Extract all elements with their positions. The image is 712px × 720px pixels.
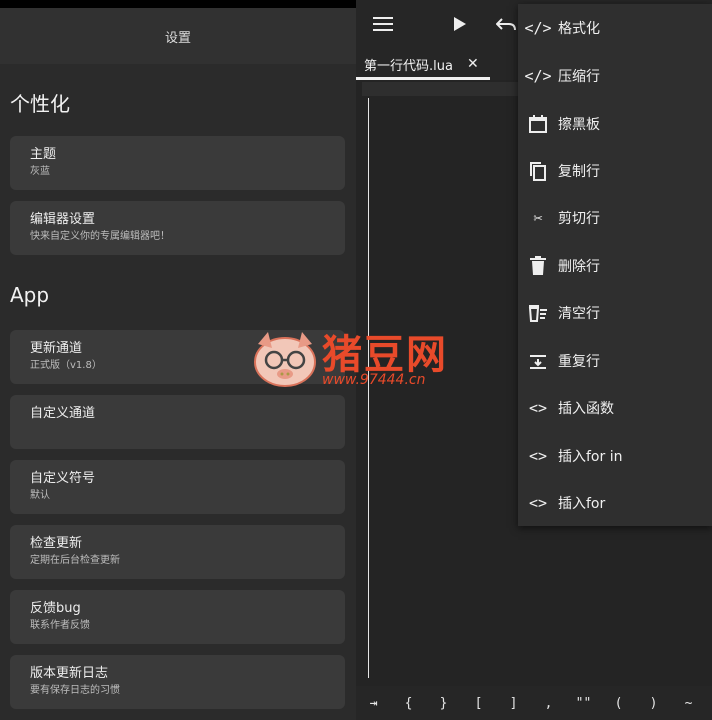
pig-logo-icon (254, 332, 316, 387)
menu-item-delete-line[interactable]: 删除行 (518, 242, 712, 289)
menu-item-duplicate-line[interactable]: 重复行 (518, 337, 712, 384)
symbol-key[interactable]: "" (566, 696, 601, 711)
menu-item-format[interactable]: </> 格式化 (518, 4, 712, 51)
menu-item-label: 剪切行 (558, 210, 600, 227)
menu-item-label: 清空行 (558, 305, 600, 322)
settings-item-subtitle: 联系作者反馈 (30, 620, 90, 631)
tab-key-icon[interactable]: ⇥ (356, 696, 391, 711)
undo-icon[interactable] (494, 12, 518, 36)
section-title-personal: 个性化 (10, 92, 70, 116)
menu-item-label: 压缩行 (558, 68, 600, 85)
scissors-icon: ✂ (533, 208, 543, 227)
settings-item-theme[interactable]: 主题 灰蓝 (10, 136, 345, 190)
menu-item-insert-for[interactable]: <> 插入for (518, 479, 712, 526)
menu-item-cut-line[interactable]: ✂ 剪切行 (518, 194, 712, 241)
settings-item-title: 自定义通道 (30, 406, 96, 421)
menu-item-label: 删除行 (558, 258, 600, 275)
menu-icon[interactable] (371, 12, 395, 36)
settings-item-subtitle: 灰蓝 (30, 166, 50, 177)
menu-item-label: 重复行 (558, 353, 600, 370)
settings-item-title: 编辑器设置 (30, 212, 96, 227)
settings-item-title: 版本更新日志 (30, 666, 109, 681)
status-bar (0, 0, 356, 8)
code-icon: </> (524, 66, 552, 85)
symbol-key[interactable]: } (426, 696, 461, 711)
code-icon: </> (524, 18, 552, 37)
menu-item-label: 插入函数 (558, 400, 614, 417)
settings-item-editor[interactable]: 编辑器设置 快来自定义你的专属编辑器吧！ (10, 201, 345, 255)
section-title-app: App (10, 283, 50, 307)
settings-item-subtitle: 要有保存日志的习惯 (30, 685, 120, 696)
menu-item-label: 格式化 (558, 20, 600, 37)
menu-item-label: 插入for (558, 495, 606, 512)
menu-item-label: 擦黑板 (558, 116, 600, 133)
settings-item-changelog[interactable]: 版本更新日志 要有保存日志的习惯 (10, 655, 345, 709)
tab-file[interactable]: 第一行代码.lua ✕ (356, 48, 496, 80)
menu-item-compress-line[interactable]: </> 压缩行 (518, 52, 712, 99)
settings-item-subtitle: 快来自定义你的专属编辑器吧！ (30, 231, 170, 242)
settings-item-title: 自定义符号 (30, 471, 96, 486)
watermark: 猪豆网 www.97444.cn (250, 328, 465, 398)
editor-dropdown-menu: </> 格式化 </> 压缩行 擦黑板 复制行 ✂ 剪切行 删除行 清空行 重复… (518, 4, 712, 526)
menu-item-clear-board[interactable]: 擦黑板 (518, 100, 712, 147)
menu-item-label: 插入for in (558, 448, 623, 465)
settings-header: 设置 (0, 8, 356, 64)
settings-item-title: 反馈bug (30, 601, 81, 616)
symbol-key[interactable]: ] (496, 696, 531, 711)
settings-item-check-update[interactable]: 检查更新 定期在后台检查更新 (10, 525, 345, 579)
symbol-key[interactable]: ( (601, 696, 636, 711)
menu-item-insert-function[interactable]: <> 插入函数 (518, 384, 712, 431)
symbol-key[interactable]: ~ (671, 696, 706, 711)
symbol-key[interactable]: , (531, 696, 566, 711)
brackets-icon: <> (528, 493, 548, 512)
copy-icon (527, 160, 549, 182)
trash-icon (527, 255, 549, 277)
symbol-bar: ⇥ { } [ ] , "" ( ) ~ (356, 686, 712, 720)
symbol-key[interactable]: [ (461, 696, 496, 711)
menu-item-insert-for-in[interactable]: <> 插入for in (518, 432, 712, 479)
symbol-key[interactable]: { (391, 696, 426, 711)
settings-item-subtitle: 定期在后台检查更新 (30, 555, 120, 566)
settings-item-subtitle: 默认 (30, 490, 50, 501)
watermark-url: www.97444.cn (322, 372, 426, 388)
settings-item-feedback[interactable]: 反馈bug 联系作者反馈 (10, 590, 345, 644)
calendar-icon (527, 113, 549, 135)
settings-item-title: 检查更新 (30, 536, 83, 551)
menu-item-clear-line[interactable]: 清空行 (518, 289, 712, 336)
tab-active-indicator (356, 77, 490, 80)
brackets-icon: <> (528, 446, 548, 465)
clear-line-icon (527, 302, 549, 324)
play-icon[interactable] (448, 12, 472, 36)
menu-item-copy-line[interactable]: 复制行 (518, 147, 712, 194)
settings-item-title: 主题 (30, 147, 57, 162)
line-highlight (362, 82, 518, 96)
settings-item-custom-symbols[interactable]: 自定义符号 默认 (10, 460, 345, 514)
symbol-key[interactable]: ) (636, 696, 671, 711)
page-title: 设置 (164, 30, 191, 46)
menu-item-label: 复制行 (558, 163, 600, 180)
close-icon[interactable]: ✕ (467, 56, 479, 72)
duplicate-line-icon (527, 350, 549, 372)
brackets-icon: <> (528, 398, 548, 417)
tab-label: 第一行代码.lua (364, 58, 453, 74)
settings-item-custom-channel[interactable]: 自定义通道 (10, 395, 345, 449)
